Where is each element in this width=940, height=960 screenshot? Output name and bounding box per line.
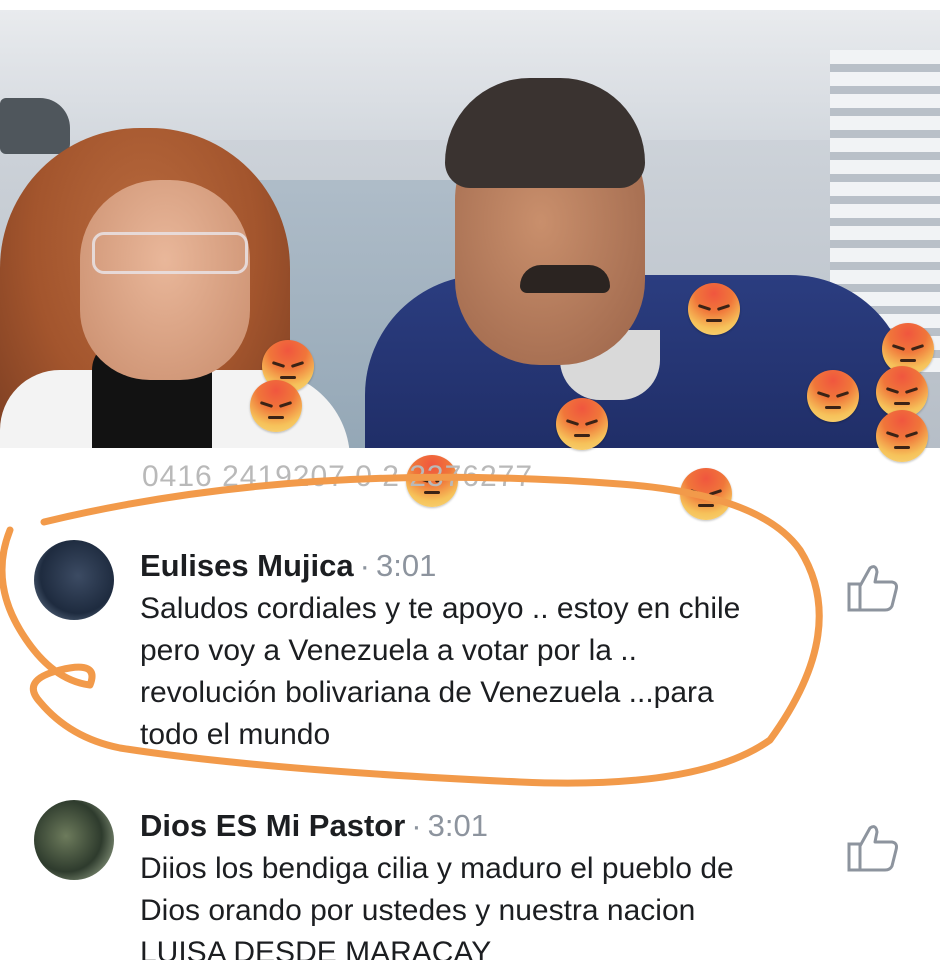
phone-number-overlay: 0416 2419207 0 2 2376277 xyxy=(142,460,534,493)
separator-dot: · xyxy=(359,548,370,583)
angry-reaction-icon xyxy=(876,410,928,462)
comment-header: Eulises Mujica · 3:01 xyxy=(140,548,436,584)
man-figure-mustache xyxy=(520,265,610,293)
comment-author[interactable]: Eulises Mujica xyxy=(140,548,354,583)
comment-timestamp[interactable]: 3:01 xyxy=(428,808,488,843)
angry-reaction-icon xyxy=(680,468,732,520)
live-video-frame[interactable] xyxy=(0,10,940,448)
comment-text: Diios los bendiga cilia y maduro el pueb… xyxy=(140,852,734,960)
comment-item: Dios ES Mi Pastor · 3:01 Diios los bendiga… xyxy=(30,800,910,960)
comment-item: Eulises Mujica · 3:01 Saludos cordiales y … xyxy=(30,540,910,760)
angry-reaction-icon xyxy=(688,283,740,335)
separator-dot: · xyxy=(411,808,422,843)
comment-author[interactable]: Dios ES Mi Pastor xyxy=(140,808,405,843)
woman-figure-face xyxy=(80,180,250,380)
angry-reaction-icon xyxy=(556,398,608,450)
video-background-lamp xyxy=(0,98,70,154)
angry-reaction-icon xyxy=(807,370,859,422)
thumbs-up-icon[interactable] xyxy=(846,822,900,874)
comment-header: Dios ES Mi Pastor · 3:01 xyxy=(140,808,488,844)
avatar[interactable] xyxy=(34,800,114,880)
avatar[interactable] xyxy=(34,540,114,620)
comment-text: Saludos cordiales y te apoyo .. estoy en… xyxy=(140,592,741,751)
woman-figure-glasses xyxy=(92,232,248,274)
thumbs-up-icon[interactable] xyxy=(846,562,900,614)
angry-reaction-icon xyxy=(250,380,302,432)
comment-timestamp[interactable]: 3:01 xyxy=(376,548,436,583)
